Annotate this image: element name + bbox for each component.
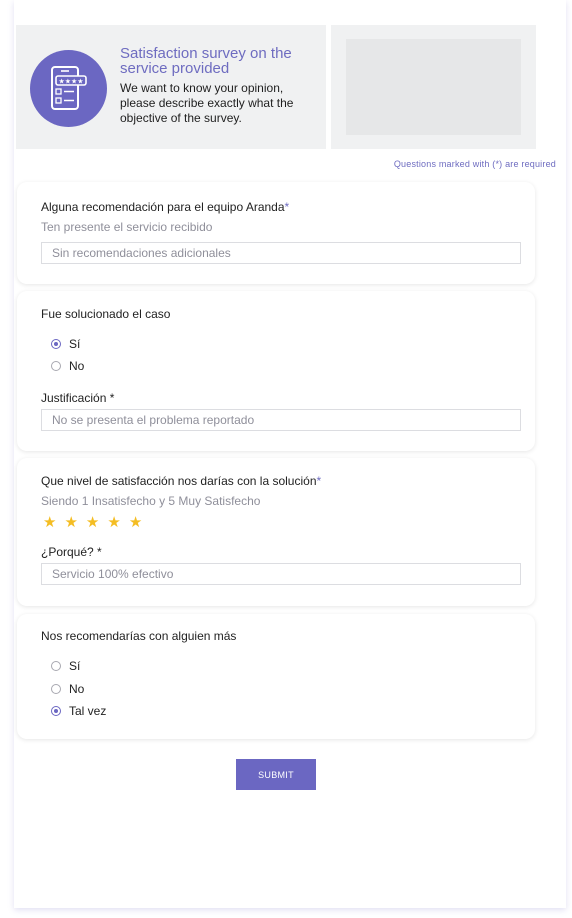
question-card-satisfaction: Que nivel de satisfacción nos darías con… xyxy=(17,458,535,606)
required-mark: * xyxy=(284,200,290,214)
survey-phone-icon: ★★★★ xyxy=(51,66,87,110)
question-card-solved: Fue solucionado el caso Sí No Justificac… xyxy=(17,291,535,451)
star-icon[interactable]: ★ xyxy=(64,515,77,530)
radio-label: No xyxy=(69,359,85,373)
radio-label: No xyxy=(69,682,85,696)
radio-label: Sí xyxy=(69,659,81,673)
radio-button[interactable] xyxy=(51,361,61,371)
radio-button[interactable] xyxy=(51,661,61,671)
radio-option-no[interactable]: No xyxy=(51,358,84,374)
radio-label: Tal vez xyxy=(69,704,107,718)
radio-button[interactable] xyxy=(51,339,61,349)
submit-button[interactable]: SUBMIT xyxy=(236,759,316,790)
why-input[interactable]: Servicio 100% efectivo xyxy=(41,563,521,585)
justification-input[interactable]: No se presenta el problema reportado xyxy=(41,409,521,431)
star-icon[interactable]: ★ xyxy=(43,515,56,530)
survey-title: Satisfaction survey on the service provi… xyxy=(120,45,292,77)
question-help: Siendo 1 Insatisfecho y 5 Muy Satisfecho xyxy=(41,494,261,508)
star-icon[interactable]: ★ xyxy=(86,515,99,530)
survey-logo: ★★★★ xyxy=(30,50,107,127)
question-label: Que nivel de satisfacción nos darías con… xyxy=(41,474,321,488)
question-card-recommendation: Alguna recomendación para el equipo Aran… xyxy=(17,182,535,284)
question-label-text: Que nivel de satisfacción nos darías con… xyxy=(41,474,317,488)
recommendation-input[interactable]: Sin recomendaciones adicionales xyxy=(41,242,521,264)
radio-option-si[interactable]: Sí xyxy=(51,658,80,674)
header-image-placeholder xyxy=(346,39,521,135)
radio-option-si[interactable]: Sí xyxy=(51,336,80,352)
star-icon[interactable]: ★ xyxy=(107,515,120,530)
question-help: Ten presente el servicio recibido xyxy=(41,220,213,234)
svg-text:★★★★: ★★★★ xyxy=(58,78,83,86)
header-image-panel xyxy=(331,25,536,149)
survey-description: We want to know your opinion, please des… xyxy=(120,81,294,125)
radio-option-tal-vez[interactable]: Tal vez xyxy=(51,703,106,719)
question-card-recommend: Nos recomendarías con alguien más Sí No … xyxy=(17,614,535,739)
question-label-text: Alguna recomendación para el equipo Aran… xyxy=(41,200,285,214)
radio-label: Sí xyxy=(69,337,81,351)
survey-header: ★★★★ Satisfaction survey on the service … xyxy=(16,25,536,149)
radio-button[interactable] xyxy=(51,684,61,694)
required-mark: * xyxy=(316,474,322,488)
justification-label: Justificación * xyxy=(41,391,115,405)
why-label: ¿Porqué? * xyxy=(41,545,102,559)
star-rating[interactable]: ★ ★ ★ ★ ★ xyxy=(43,515,142,530)
question-label: Nos recomendarías con alguien más xyxy=(41,629,237,643)
radio-button[interactable] xyxy=(51,706,61,716)
question-label: Fue solucionado el caso xyxy=(41,307,171,321)
radio-option-no[interactable]: No xyxy=(51,681,84,697)
star-icon[interactable]: ★ xyxy=(129,515,142,530)
required-note: Questions marked with (*) are required xyxy=(393,159,556,169)
question-label: Alguna recomendación para el equipo Aran… xyxy=(41,200,289,214)
header-info-panel: ★★★★ Satisfaction survey on the service … xyxy=(16,25,326,149)
